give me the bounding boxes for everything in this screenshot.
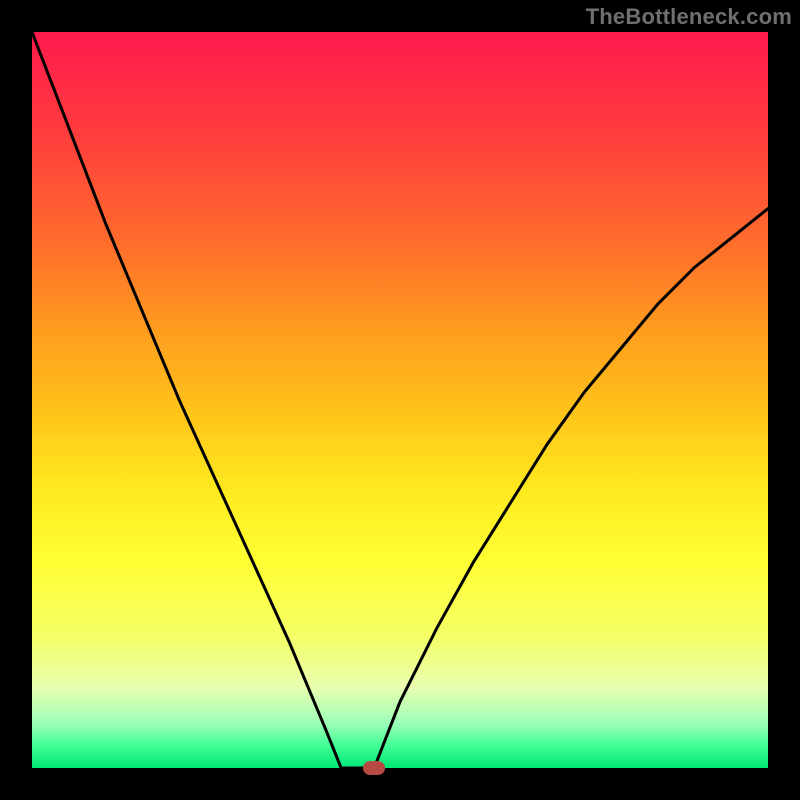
optimum-marker [363, 761, 385, 775]
curve-path [32, 32, 768, 768]
chart-frame: TheBottleneck.com [0, 0, 800, 800]
attribution-text: TheBottleneck.com [586, 4, 792, 30]
plot-area [32, 32, 768, 768]
bottleneck-curve [32, 32, 768, 768]
